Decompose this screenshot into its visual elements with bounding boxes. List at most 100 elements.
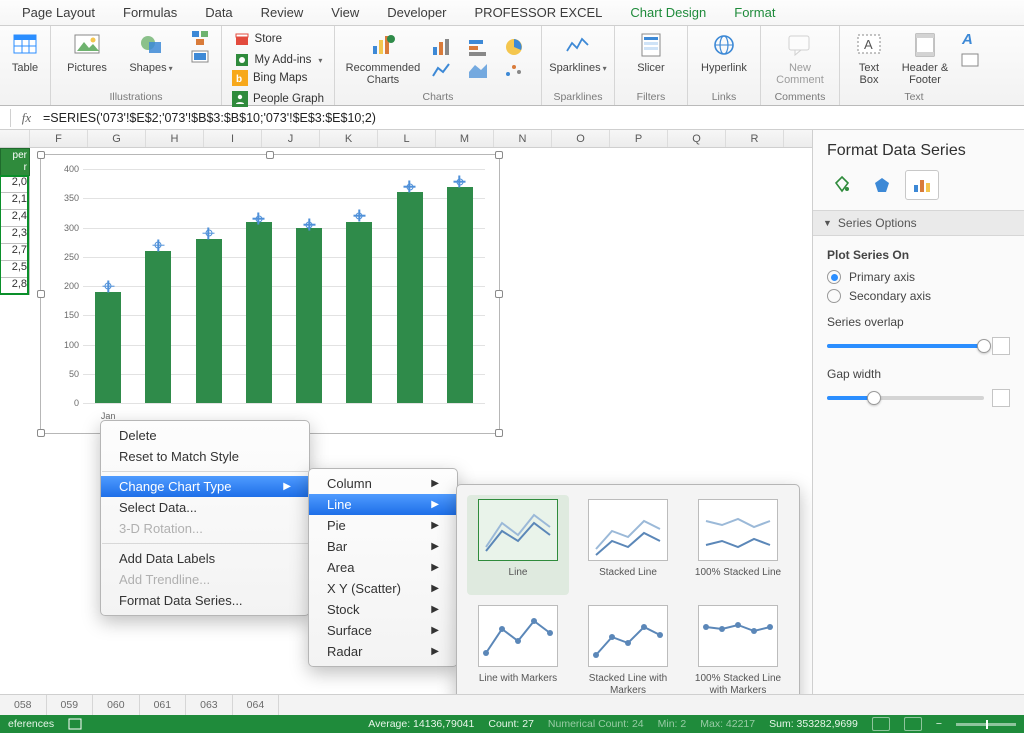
shapes-button[interactable]: Shapes▾ (123, 30, 179, 74)
tab-formulas[interactable]: Formulas (109, 1, 191, 25)
menu-item[interactable]: Delete (101, 425, 309, 446)
area-chart-icon[interactable] (467, 60, 489, 80)
tab-data[interactable]: Data (191, 1, 246, 25)
col-header[interactable]: I (204, 130, 262, 147)
slicer-button[interactable]: Slicer (623, 30, 679, 74)
sheet-tab[interactable]: 060 (93, 695, 140, 715)
formula-input[interactable] (39, 111, 1024, 125)
sheet-tab[interactable]: 058 (0, 695, 47, 715)
sheet-tab[interactable]: 061 (140, 695, 187, 715)
series-overlap-value[interactable] (992, 337, 1010, 355)
people-graph-button[interactable]: People Graph (230, 90, 326, 108)
menu-item[interactable]: Reset to Match Style (101, 446, 309, 467)
menu-item[interactable]: Change Chart Type▶ (101, 476, 309, 497)
tab-developer[interactable]: Developer (373, 1, 460, 25)
menu-item[interactable]: Select Data... (101, 497, 309, 518)
panel-tab-effects[interactable] (865, 170, 899, 200)
chart-type-item[interactable]: Column▶ (309, 473, 457, 494)
chart-type-item[interactable]: Radar▶ (309, 641, 457, 662)
col-header[interactable]: K (320, 130, 378, 147)
tab-chart-design[interactable]: Chart Design (616, 1, 720, 25)
col-header[interactable]: P (610, 130, 668, 147)
col-header[interactable]: H (146, 130, 204, 147)
zoom-slider[interactable] (956, 723, 1016, 726)
line-subtype-item[interactable]: Stacked Line (581, 499, 675, 591)
col-header[interactable]: M (436, 130, 494, 147)
col-header[interactable]: J (262, 130, 320, 147)
menu-item[interactable]: Format Data Series... (101, 590, 309, 611)
bar-chart-icon[interactable] (467, 37, 489, 57)
chart-type-item[interactable]: X Y (Scatter)▶ (309, 578, 457, 599)
col-header[interactable]: R (726, 130, 784, 147)
sheet-tab[interactable]: 064 (233, 695, 280, 715)
object-icon[interactable] (960, 52, 980, 68)
line-subtype-item[interactable]: 100% Stacked Line (691, 499, 785, 591)
worksheet[interactable]: F G H I J K L M N O P Q R perr 2,0 2,1 2… (0, 130, 812, 694)
cell[interactable]: 2,0 (0, 176, 30, 193)
accessibility-icon[interactable] (68, 718, 82, 730)
myaddins-button[interactable]: My Add-ins▾ (232, 51, 325, 69)
tab-professor-excel[interactable]: PROFESSOR EXCEL (461, 1, 617, 25)
col-header[interactable]: Q (668, 130, 726, 147)
cell[interactable]: 2,1 (0, 193, 30, 210)
screenshot-icon[interactable] (191, 48, 209, 64)
embedded-chart[interactable]: 050100150200250300350400Jan (40, 154, 500, 434)
tab-view[interactable]: View (317, 1, 373, 25)
smartart-icon[interactable] (191, 30, 209, 46)
sparklines-button[interactable]: Sparklines▾ (550, 30, 606, 74)
store-button[interactable]: Store (232, 30, 285, 48)
scatter-chart-icon[interactable] (503, 60, 525, 80)
wordart-icon[interactable]: A (960, 30, 980, 48)
cell[interactable]: 2,3 (0, 227, 30, 244)
line-chart-icon[interactable] (431, 60, 453, 80)
secondary-axis-radio[interactable]: Secondary axis (827, 289, 1010, 303)
col-header[interactable]: N (494, 130, 552, 147)
line-subtype-item[interactable]: Line (467, 495, 569, 595)
sheet-tab[interactable]: 059 (47, 695, 94, 715)
cell[interactable]: 2,7 (0, 244, 30, 261)
line-subtype-item[interactable]: Stacked Line with Markers (581, 605, 675, 694)
view-pagelayout-icon[interactable] (904, 717, 922, 731)
chart-type-item[interactable]: Line▶ (309, 494, 457, 515)
new-comment-button[interactable]: New Comment (769, 30, 831, 86)
chart-type-item[interactable]: Bar▶ (309, 536, 457, 557)
panel-tab-fill[interactable] (825, 170, 859, 200)
chart-type-item[interactable]: Surface▶ (309, 620, 457, 641)
series-overlap-slider[interactable] (827, 344, 984, 348)
tab-pagelayout[interactable]: Page Layout (8, 1, 109, 25)
cell[interactable]: 2,5 (0, 261, 30, 278)
gap-width-slider[interactable] (827, 396, 984, 400)
primary-axis-radio[interactable]: Primary axis (827, 270, 1010, 284)
cell[interactable]: 2,4 (0, 210, 30, 227)
recommended-charts-button[interactable]: Recommended Charts (343, 30, 423, 86)
line-subtype-item[interactable]: 100% Stacked Line with Markers (691, 605, 785, 694)
menu-item[interactable]: Add Data Labels (101, 548, 309, 569)
series-options-header[interactable]: ▼Series Options (813, 210, 1024, 236)
line-subtype-item[interactable]: Line with Markers (471, 605, 565, 694)
pictures-button[interactable]: Pictures (59, 30, 115, 74)
chart-type-item[interactable]: Area▶ (309, 557, 457, 578)
zoom-out-icon[interactable]: − (936, 718, 942, 730)
gap-width-value[interactable] (992, 389, 1010, 407)
pie-chart-icon[interactable] (503, 37, 525, 57)
tab-review[interactable]: Review (247, 1, 318, 25)
hyperlink-button[interactable]: Hyperlink (696, 30, 752, 74)
tab-format[interactable]: Format (720, 1, 789, 25)
table-button[interactable]: Table (8, 30, 42, 74)
col-header[interactable]: L (378, 130, 436, 147)
status-prefs[interactable]: eferences (8, 718, 54, 730)
cell[interactable]: 2,8 (0, 278, 30, 295)
col-header[interactable]: O (552, 130, 610, 147)
header-footer-button[interactable]: Header & Footer (898, 30, 952, 86)
bing-maps-button[interactable]: bBing Maps (230, 69, 309, 87)
fx-icon[interactable]: fx (15, 110, 39, 126)
panel-tab-series[interactable] (905, 170, 939, 200)
view-normal-icon[interactable] (872, 717, 890, 731)
chart-type-item[interactable]: Pie▶ (309, 515, 457, 536)
col-header[interactable]: G (88, 130, 146, 147)
col-header[interactable]: F (30, 130, 88, 147)
chart-type-item[interactable]: Stock▶ (309, 599, 457, 620)
column-chart-icon[interactable] (431, 37, 453, 57)
text-box-button[interactable]: A Text Box (848, 30, 890, 86)
sheet-tab[interactable]: 063 (186, 695, 233, 715)
